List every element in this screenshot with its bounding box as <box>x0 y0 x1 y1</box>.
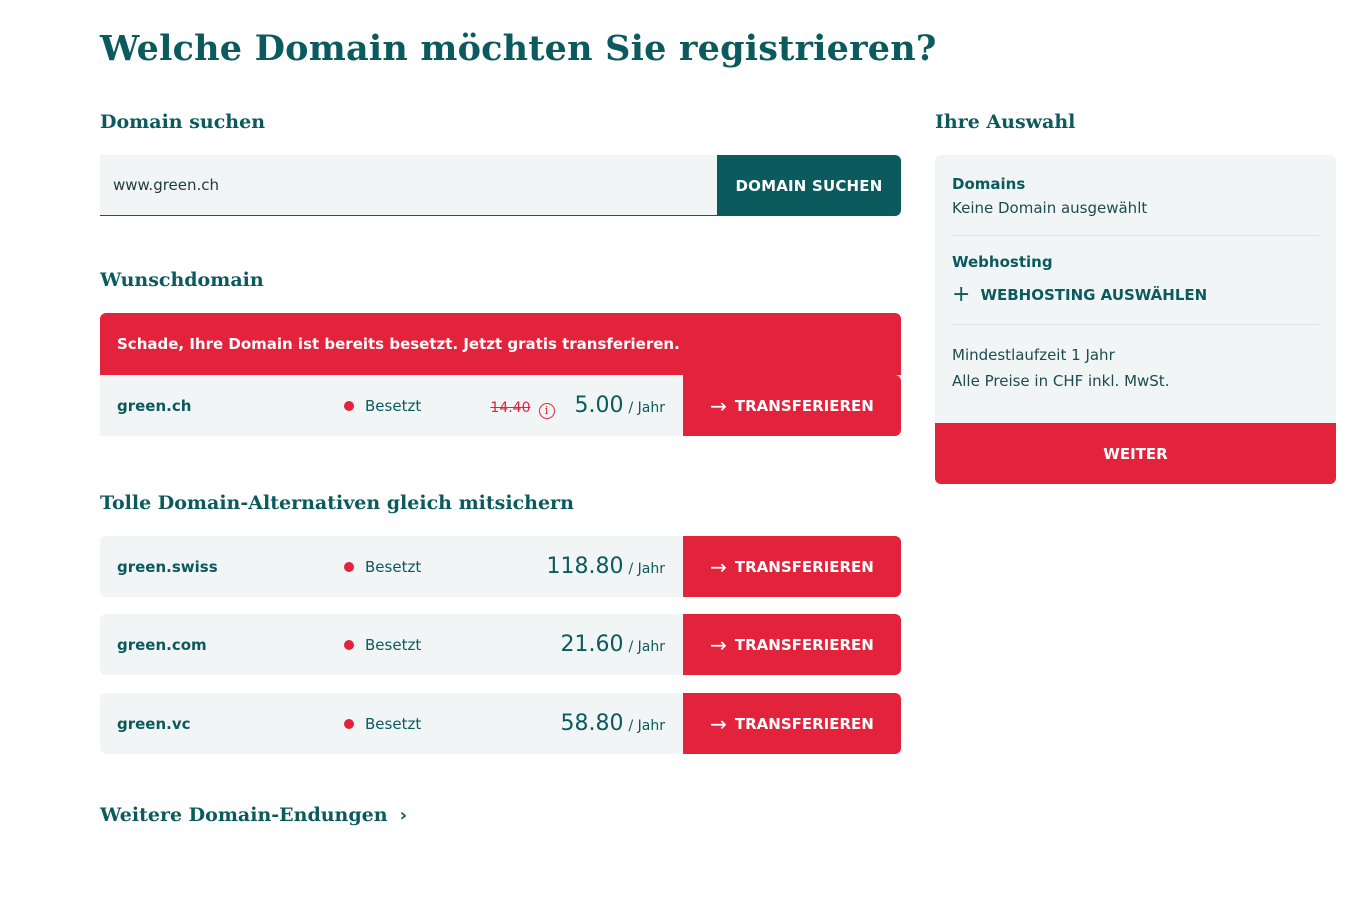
alternative-domain-row: green.com Besetzt 21.60 / Jahr → TRANSFE… <box>100 614 901 675</box>
transfer-button[interactable]: → TRANSFERIEREN <box>683 536 901 597</box>
transfer-button-label: TRANSFERIEREN <box>734 714 874 733</box>
webhosting-label: Webhosting <box>952 253 1053 271</box>
domain-status: Besetzt <box>344 397 421 415</box>
domains-label: Domains <box>952 175 1026 193</box>
alternative-domain-row: green.vc Besetzt 58.80 / Jahr → TRANSFER… <box>100 693 901 754</box>
status-label: Besetzt <box>365 396 422 415</box>
alternative-domain-row: green.swiss Besetzt 118.80 / Jahr → TRAN… <box>100 536 901 597</box>
price-period: / Jahr <box>628 639 665 655</box>
chevron-right-icon: › <box>399 804 407 826</box>
price: 21.60 <box>560 632 624 657</box>
arrow-right-icon: → <box>710 632 727 657</box>
domain-name: green.vc <box>117 714 191 733</box>
search-section-label: Domain suchen <box>100 111 266 133</box>
price-block: 21.60 / Jahr <box>561 632 666 657</box>
divider <box>952 324 1319 325</box>
status-dot-icon <box>344 639 354 650</box>
status-label: Besetzt <box>365 557 422 576</box>
domain-search: DOMAIN SUCHEN <box>100 155 901 216</box>
domain-name: green.swiss <box>117 557 218 576</box>
status-dot-icon <box>344 718 354 729</box>
alternatives-section-label: Tolle Domain-Alternativen gleich mitsich… <box>100 492 574 514</box>
info-icon[interactable]: i <box>538 402 555 419</box>
wish-domain-row: green.ch Besetzt 14.40 i 5.00 / Jahr → T… <box>100 375 901 436</box>
more-domain-endings-link[interactable]: Weitere Domain-Endungen › <box>100 804 407 826</box>
selection-panel: Domains Keine Domain ausgewählt Webhosti… <box>935 155 1336 423</box>
arrow-right-icon: → <box>710 554 727 579</box>
continue-button[interactable]: WEITER <box>935 423 1336 484</box>
price-block: 14.40 i 5.00 / Jahr <box>490 393 665 419</box>
minimum-term: Mindestlaufzeit 1 Jahr <box>952 346 1115 364</box>
domain-taken-alert: Schade, Ihre Domain ist bereits besetzt.… <box>100 313 901 375</box>
price: 58.80 <box>560 711 624 736</box>
domain-search-button[interactable]: DOMAIN SUCHEN <box>717 155 901 216</box>
domains-value: Keine Domain ausgewählt <box>952 199 1148 217</box>
price-block: 58.80 / Jahr <box>561 711 666 736</box>
more-link-label: Weitere Domain-Endungen <box>100 804 388 826</box>
selection-title: Ihre Auswahl <box>935 111 1076 133</box>
price-period: / Jahr <box>628 561 665 577</box>
alert-text: Schade, Ihre Domain ist bereits besetzt.… <box>117 335 680 353</box>
status-label: Besetzt <box>365 635 422 654</box>
wish-section-label: Wunschdomain <box>100 269 264 291</box>
domain-status: Besetzt <box>344 636 421 654</box>
domain-status: Besetzt <box>344 558 421 576</box>
transfer-button-label: TRANSFERIEREN <box>734 635 874 654</box>
price: 5.00 <box>574 393 624 418</box>
divider <box>952 235 1319 236</box>
transfer-button-label: TRANSFERIEREN <box>734 396 874 415</box>
transfer-button-label: TRANSFERIEREN <box>734 557 874 576</box>
transfer-button[interactable]: → TRANSFERIEREN <box>683 375 901 436</box>
price-period: / Jahr <box>628 400 665 416</box>
transfer-button[interactable]: → TRANSFERIEREN <box>683 614 901 675</box>
price-period: / Jahr <box>628 718 665 734</box>
price: 118.80 <box>546 554 624 579</box>
arrow-right-icon: → <box>710 393 727 418</box>
domain-name: green.com <box>117 635 207 654</box>
status-label: Besetzt <box>365 714 422 733</box>
domain-search-input[interactable] <box>100 155 717 216</box>
arrow-right-icon: → <box>710 711 727 736</box>
domain-name: green.ch <box>117 396 192 415</box>
domain-status: Besetzt <box>344 715 421 733</box>
status-dot-icon <box>344 400 354 411</box>
select-webhosting-label: WEBHOSTING AUSWÄHLEN <box>980 286 1208 304</box>
old-price: 14.40 <box>490 400 531 416</box>
plus-icon: + <box>952 282 971 307</box>
status-dot-icon <box>344 561 354 572</box>
price-note: Alle Preise in CHF inkl. MwSt. <box>952 372 1170 390</box>
price-block: 118.80 / Jahr <box>547 554 666 579</box>
transfer-button[interactable]: → TRANSFERIEREN <box>683 693 901 754</box>
select-webhosting-button[interactable]: + WEBHOSTING AUSWÄHLEN <box>952 284 1319 306</box>
page-title: Welche Domain möchten Sie registrieren? <box>100 28 937 69</box>
